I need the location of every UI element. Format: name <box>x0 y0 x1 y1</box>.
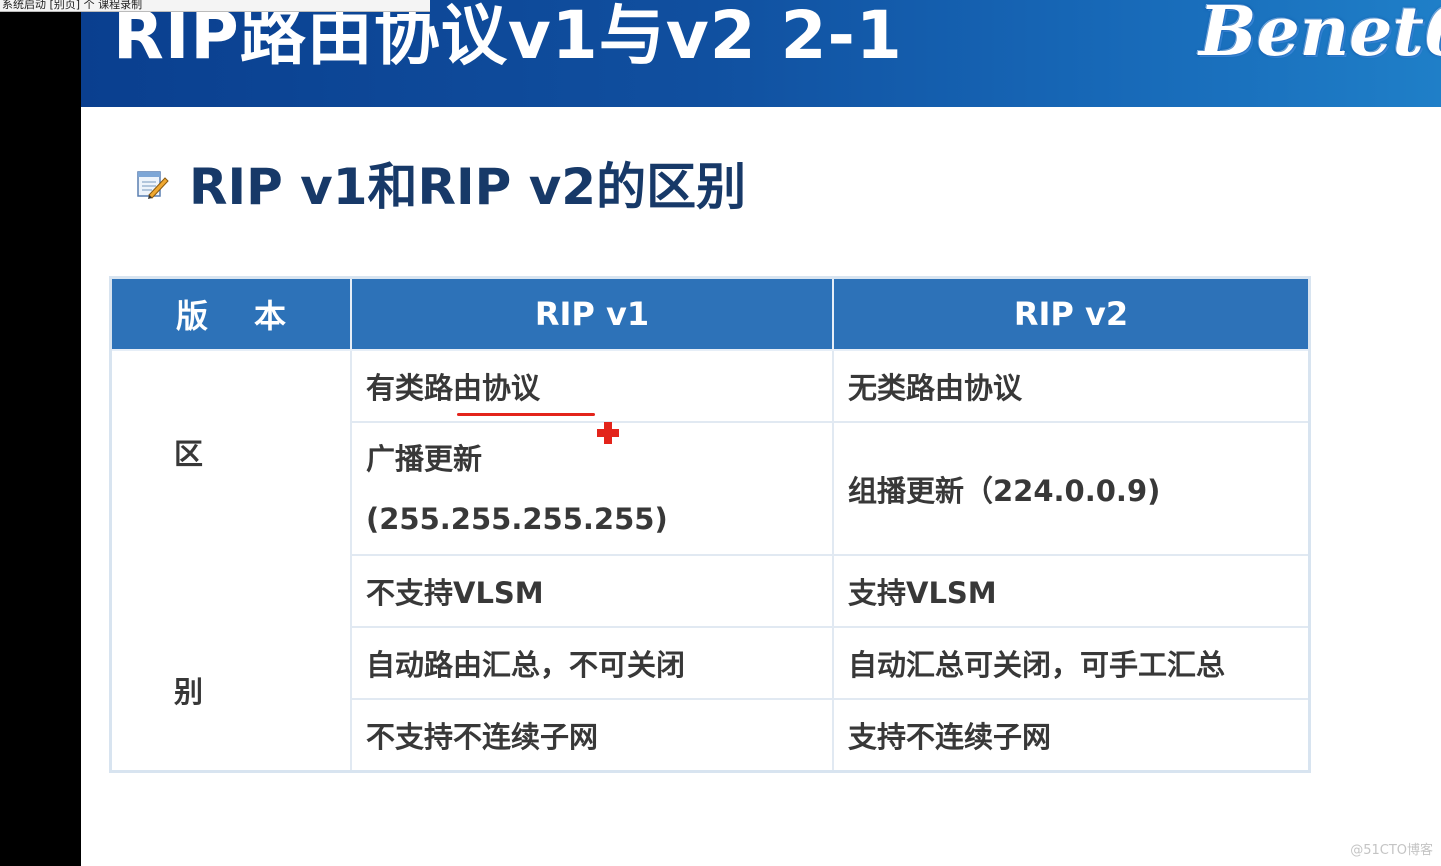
v2-cell: 支持VLSM <box>832 554 1311 628</box>
comparison-table: 版本 RIP v1 RIP v2 区 别 有类路由协议 无类路由协议 广播更新 … <box>109 276 1311 773</box>
section-heading-text: RIP v1和RIP v2的区别 <box>189 158 747 216</box>
v1-cell: 有类路由协议 <box>350 349 834 423</box>
v2-cell: 自动汇总可关闭，可手工汇总 <box>832 626 1311 700</box>
header-rip-v1: RIP v1 <box>350 276 834 351</box>
difference-label-top: 区 <box>174 437 204 471</box>
title-banner: RIP路由协议v1与v2 2-1 Benet6. <box>81 0 1441 107</box>
v1-cell: 广播更新 (255.255.255.255) <box>350 421 834 556</box>
v1-cell: 自动路由汇总，不可关闭 <box>350 626 834 700</box>
v1-cell: 不支持VLSM <box>350 554 834 628</box>
v1-cell: 不支持不连续子网 <box>350 698 834 772</box>
notepad-pen-icon <box>137 171 169 199</box>
overlay-tooltip: 系统启动 [别页] 个 课程录制 <box>0 0 430 12</box>
header-version: 版本 <box>109 276 352 351</box>
v2-cell: 无类路由协议 <box>832 349 1311 423</box>
header-rip-v2: RIP v2 <box>832 276 1311 351</box>
red-cross-cursor-icon <box>597 422 619 444</box>
watermark: @51CTO博客 <box>1350 843 1433 858</box>
section-heading: RIP v1和RIP v2的区别 <box>135 148 746 218</box>
annotation-underline <box>457 413 595 416</box>
v1-cell-line: (255.255.255.255) <box>366 501 668 536</box>
difference-label-bottom: 别 <box>174 675 204 709</box>
table-header-row: 版本 RIP v1 RIP v2 <box>109 276 1311 351</box>
difference-label-cell: 区 别 <box>109 349 352 772</box>
v2-cell: 支持不连续子网 <box>832 698 1311 772</box>
v2-cell: 组播更新（224.0.0.9) <box>832 421 1311 556</box>
benet-logo: Benet6. <box>1199 0 1441 72</box>
table-row: 区 别 有类路由协议 无类路由协议 <box>109 349 1311 772</box>
